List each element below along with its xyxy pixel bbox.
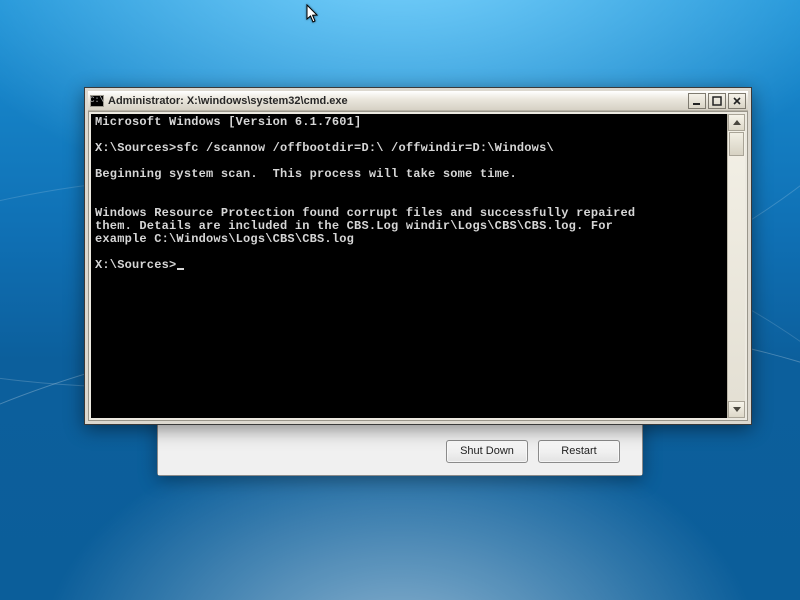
maximize-button[interactable] <box>708 93 726 109</box>
mouse-cursor <box>306 4 322 26</box>
close-button[interactable] <box>728 93 746 109</box>
scroll-down-button[interactable] <box>728 401 745 418</box>
titlebar[interactable]: C:\ Administrator: X:\windows\system32\c… <box>88 91 748 111</box>
minimize-button[interactable] <box>688 93 706 109</box>
vertical-scrollbar[interactable] <box>727 114 745 418</box>
restart-button[interactable]: Restart <box>538 440 620 463</box>
cmd-icon: C:\ <box>90 95 104 107</box>
console-output[interactable]: Microsoft Windows [Version 6.1.7601] X:\… <box>91 114 727 418</box>
cmd-window[interactable]: C:\ Administrator: X:\windows\system32\c… <box>84 87 752 425</box>
shutdown-button[interactable]: Shut Down <box>446 440 528 463</box>
recovery-footer: Shut Down Restart <box>158 427 642 475</box>
window-title: Administrator: X:\windows\system32\cmd.e… <box>108 95 684 107</box>
scroll-thumb[interactable] <box>729 132 744 156</box>
scroll-up-button[interactable] <box>728 114 745 131</box>
